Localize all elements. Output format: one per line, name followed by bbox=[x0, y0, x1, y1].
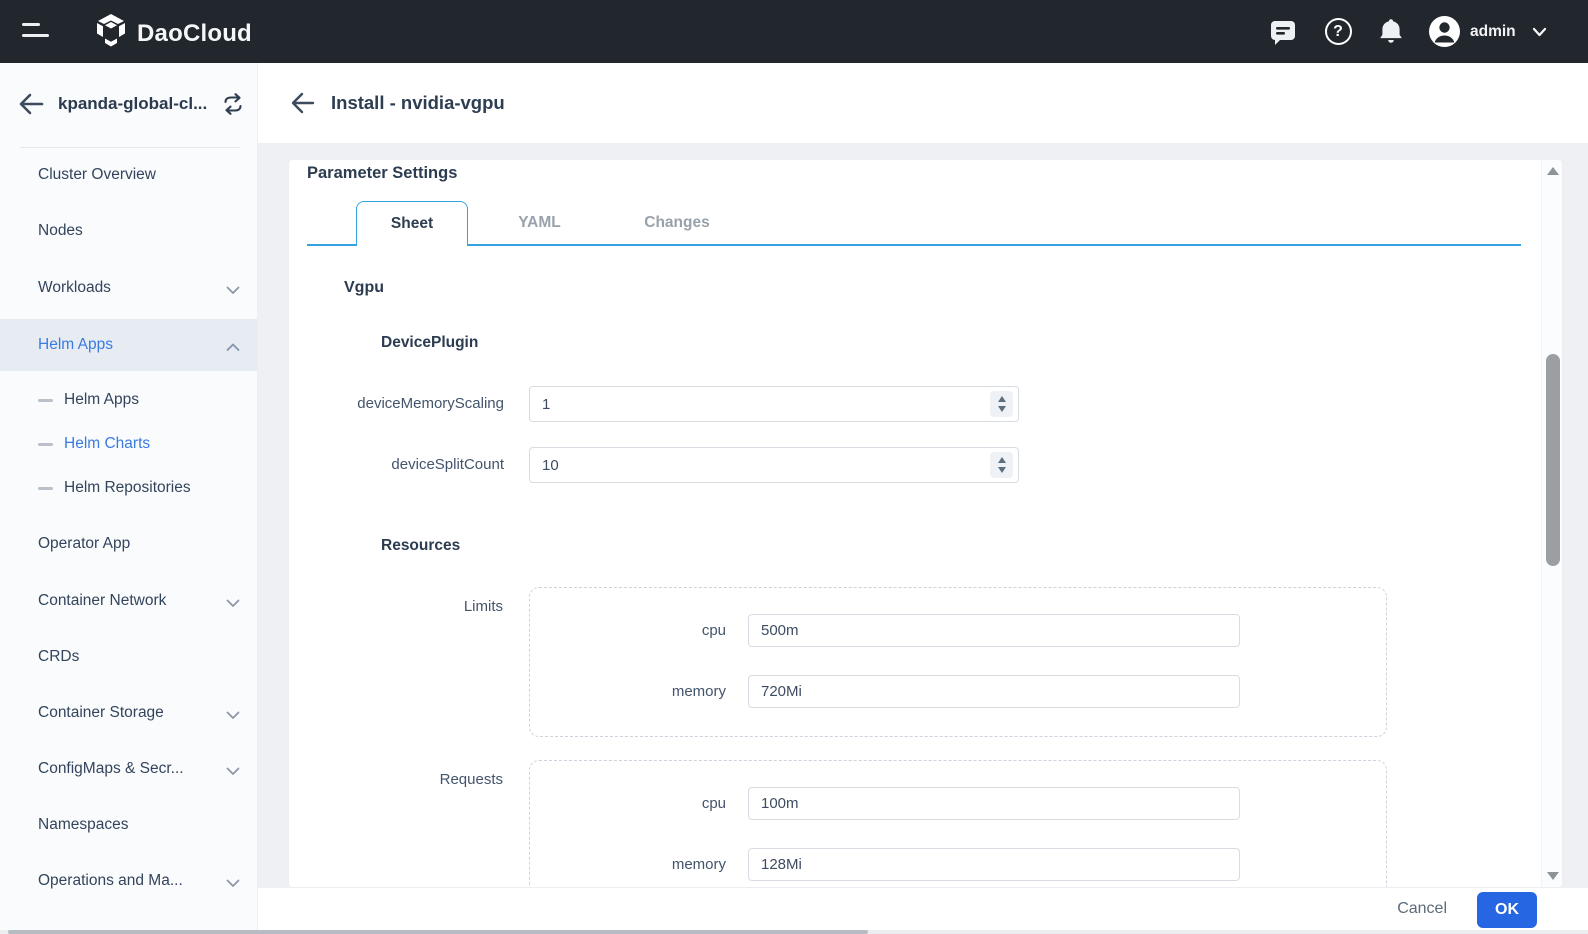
section-heading-vgpu: Vgpu bbox=[344, 279, 384, 297]
sidebar: kpanda-global-cl... Cluster Overview Nod… bbox=[0, 63, 258, 930]
sidebar-item-configmaps-secrets[interactable]: ConfigMaps & Secr... bbox=[0, 749, 258, 789]
sidebar-item-cluster-overview[interactable]: Cluster Overview bbox=[0, 155, 258, 195]
tab-sheet[interactable]: Sheet bbox=[356, 201, 468, 246]
chevron-down-icon[interactable] bbox=[1524, 0, 1554, 63]
action-footer: Cancel OK bbox=[258, 888, 1588, 930]
vertical-scrollbar[interactable] bbox=[1541, 160, 1563, 887]
brand-logo: DaoCloud bbox=[94, 13, 252, 54]
chevron-down-icon bbox=[226, 282, 240, 300]
spinner-up-icon[interactable] bbox=[998, 457, 1006, 463]
limits-group-box bbox=[529, 587, 1387, 737]
sidebar-item-helm-apps[interactable]: Helm Apps bbox=[0, 319, 258, 371]
sidebar-item-nodes[interactable]: Nodes bbox=[0, 211, 258, 251]
limits-cpu-input[interactable] bbox=[748, 614, 1240, 647]
app-window: DaoCloud ? admin bbox=[0, 0, 1588, 934]
dash-icon bbox=[38, 399, 53, 402]
sidebar-item-operator-app[interactable]: Operator App bbox=[0, 524, 258, 564]
sidebar-subitem-helm-repositories[interactable]: Helm Repositories bbox=[0, 468, 258, 508]
bell-icon[interactable] bbox=[1374, 0, 1408, 63]
page-header: Install - nvidia-vgpu bbox=[258, 63, 1588, 143]
card-title: Parameter Settings bbox=[307, 164, 457, 183]
sidebar-item-crds[interactable]: CRDs bbox=[0, 637, 258, 677]
devicememoryscaling-stepper[interactable] bbox=[990, 391, 1013, 417]
devicememoryscaling-input[interactable] bbox=[529, 386, 1019, 422]
ok-button[interactable]: OK bbox=[1477, 892, 1537, 928]
sidebar-item-container-network[interactable]: Container Network bbox=[0, 581, 258, 621]
field-label-devicesplitcount: deviceSplitCount bbox=[309, 447, 504, 483]
spinner-up-icon[interactable] bbox=[998, 396, 1006, 402]
dash-icon bbox=[38, 487, 53, 490]
chevron-down-icon bbox=[226, 595, 240, 613]
switch-cluster-icon[interactable] bbox=[222, 93, 244, 115]
chat-icon[interactable] bbox=[1265, 0, 1301, 63]
sidebar-item-operations[interactable]: Operations and Ma... bbox=[0, 861, 258, 901]
cluster-name[interactable]: kpanda-global-cl... bbox=[58, 92, 218, 116]
field-label-memory: memory bbox=[569, 848, 726, 881]
chevron-down-icon bbox=[226, 875, 240, 893]
spinner-down-icon[interactable] bbox=[998, 467, 1006, 473]
devicesplitcount-input[interactable] bbox=[529, 447, 1019, 483]
back-icon[interactable] bbox=[291, 92, 315, 114]
sidebar-subitem-helm-apps[interactable]: Helm Apps bbox=[0, 380, 258, 420]
tab-changes[interactable]: Changes bbox=[611, 201, 743, 245]
tab-underline bbox=[307, 244, 1521, 246]
menu-icon[interactable] bbox=[22, 23, 50, 39]
subsection-heading-deviceplugin: DevicePlugin bbox=[381, 334, 478, 352]
cancel-button[interactable]: Cancel bbox=[1397, 888, 1447, 930]
chevron-down-icon bbox=[226, 707, 240, 725]
scrollbar-thumb[interactable] bbox=[1546, 354, 1560, 566]
page-title: Install - nvidia-vgpu bbox=[331, 63, 505, 143]
daocloud-logo-icon bbox=[94, 13, 128, 54]
devicesplitcount-stepper[interactable] bbox=[990, 452, 1013, 478]
sidebar-item-container-storage[interactable]: Container Storage bbox=[0, 693, 258, 733]
brand-name: DaoCloud bbox=[137, 20, 252, 48]
chevron-up-icon bbox=[226, 339, 240, 357]
field-label-cpu: cpu bbox=[569, 787, 726, 820]
parameter-settings-card: Parameter Settings Sheet YAML Changes Vg… bbox=[288, 159, 1563, 888]
scroll-down-icon[interactable] bbox=[1547, 872, 1559, 880]
horizontal-scrollbar-thumb[interactable] bbox=[8, 930, 868, 934]
dash-icon bbox=[38, 443, 53, 446]
chevron-down-icon bbox=[226, 763, 240, 781]
requests-memory-input[interactable] bbox=[748, 848, 1240, 881]
sidebar-divider bbox=[20, 147, 240, 148]
top-bar: DaoCloud ? admin bbox=[0, 0, 1588, 63]
sidebar-item-namespaces[interactable]: Namespaces bbox=[0, 805, 258, 845]
sidebar-subitem-helm-charts[interactable]: Helm Charts bbox=[0, 424, 258, 464]
help-icon[interactable]: ? bbox=[1322, 0, 1354, 63]
spinner-down-icon[interactable] bbox=[998, 406, 1006, 412]
group-label-limits: Limits bbox=[309, 597, 503, 617]
field-label-devicememoryscaling: deviceMemoryScaling bbox=[309, 386, 504, 422]
horizontal-scrollbar[interactable] bbox=[0, 930, 1588, 934]
limits-memory-input[interactable] bbox=[748, 675, 1240, 708]
field-label-memory: memory bbox=[569, 675, 726, 708]
user-name[interactable]: admin bbox=[1470, 0, 1516, 63]
avatar[interactable] bbox=[1426, 0, 1462, 63]
requests-cpu-input[interactable] bbox=[748, 787, 1240, 820]
scroll-up-icon[interactable] bbox=[1547, 167, 1559, 175]
tab-yaml[interactable]: YAML bbox=[468, 201, 611, 245]
sidebar-item-workloads[interactable]: Workloads bbox=[0, 268, 258, 308]
section-heading-resources: Resources bbox=[381, 537, 460, 555]
field-label-cpu: cpu bbox=[569, 614, 726, 647]
group-label-requests: Requests bbox=[309, 770, 503, 790]
back-to-clusters-icon[interactable] bbox=[18, 92, 44, 116]
